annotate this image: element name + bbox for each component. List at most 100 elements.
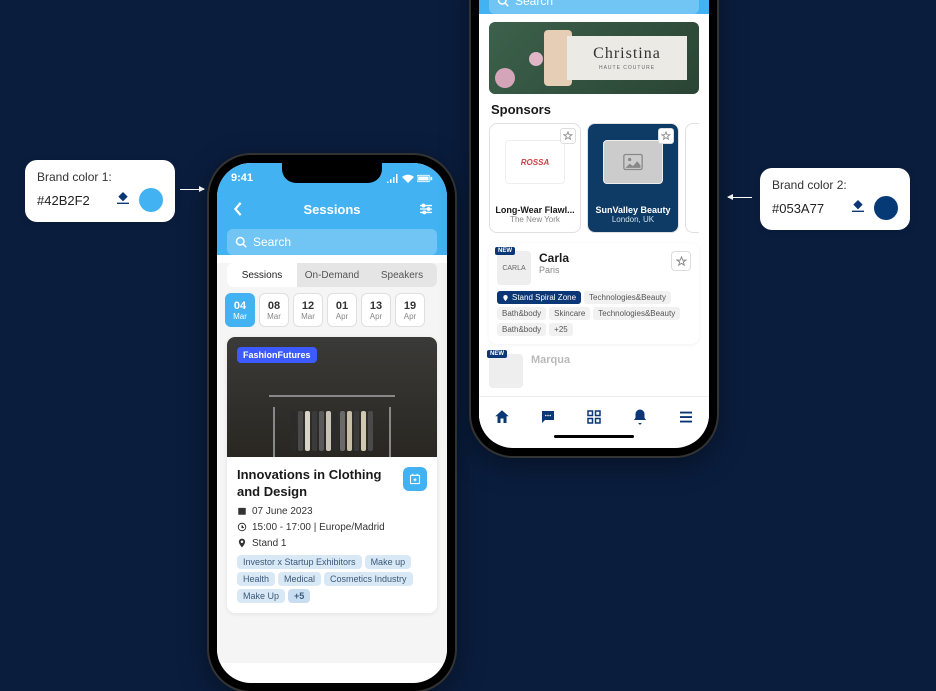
tag[interactable]: Make Up: [237, 589, 285, 603]
search-icon: [497, 0, 509, 7]
pin-icon: [237, 538, 247, 548]
tag[interactable]: Investor x Startup Exhibitors: [237, 555, 362, 569]
date-chip[interactable]: 08Mar: [259, 293, 289, 327]
tag[interactable]: Bath&body: [497, 323, 546, 336]
exhibitor-tags: Stand Spiral Zone Technologies&Beauty Ba…: [497, 291, 691, 336]
sponsor-name: Long-Wear Flawl...: [495, 205, 574, 215]
header-bar: Sessions: [217, 193, 447, 225]
tab-on-demand[interactable]: On-Demand: [297, 263, 367, 287]
exhibitor-name: Carla: [539, 251, 569, 265]
session-location-row: Stand 1: [237, 538, 427, 549]
notch: [282, 163, 382, 183]
date-chip[interactable]: 19Apr: [395, 293, 425, 327]
sponsor-card[interactable]: SunValley Beauty London, UK: [587, 123, 679, 233]
add-to-calendar-button[interactable]: [403, 467, 427, 491]
tag-more[interactable]: +25: [549, 323, 573, 336]
search-input[interactable]: Search: [489, 0, 699, 14]
filter-icon[interactable]: [417, 203, 435, 215]
brand-color-1-card: Brand color 1: #42B2F2: [25, 160, 175, 222]
segment-tabs: Sessions On-Demand Speakers: [227, 263, 437, 287]
image-placeholder-icon: [623, 153, 643, 171]
tag[interactable]: Technologies&Beauty: [593, 307, 680, 320]
paint-bucket-icon[interactable]: [850, 198, 866, 219]
brand-1-label: Brand color 1:: [37, 170, 163, 184]
sponsor-location: London, UK: [612, 215, 654, 224]
tab-home-icon[interactable]: [493, 408, 511, 431]
hero-subtitle: HAUTE COUTURE: [599, 65, 655, 71]
search-placeholder: Search: [515, 0, 553, 8]
tag[interactable]: Skincare: [549, 307, 590, 320]
tab-speakers[interactable]: Speakers: [367, 263, 437, 287]
search-placeholder: Search: [253, 235, 291, 249]
signal-icon: [387, 174, 399, 183]
arrow-icon: [728, 197, 752, 198]
tab-qr-icon[interactable]: [585, 408, 603, 431]
tab-sessions[interactable]: Sessions: [227, 263, 297, 287]
new-badge: NEW: [487, 350, 507, 358]
sponsor-name: SunValley Beauty: [595, 205, 670, 215]
tag[interactable]: Make up: [365, 555, 412, 569]
tag[interactable]: Health: [237, 572, 275, 586]
favorite-button[interactable]: [560, 128, 576, 144]
sponsors-heading: Sponsors: [491, 102, 697, 117]
date-chip[interactable]: 04Mar: [225, 293, 255, 327]
brand-1-hex: #42B2F2: [37, 193, 107, 208]
brand-color-2-card: Brand color 2: #053A77: [760, 168, 910, 230]
sponsor-logo: ROSSA: [505, 140, 565, 184]
status-time: 9:41: [231, 172, 253, 184]
search-icon: [235, 236, 247, 248]
phone-mockup-2: Search Christina HAUTE COUTURE Sponsors …: [471, 0, 717, 456]
date-chip[interactable]: 13Apr: [361, 293, 391, 327]
pin-icon: [502, 294, 509, 302]
session-time-row: 15:00 - 17:00 | Europe/Madrid: [237, 522, 427, 533]
date-picker: 04Mar 08Mar 12Mar 01Apr 13Apr 19Apr: [225, 293, 439, 327]
tag[interactable]: Cosmetics Industry: [324, 572, 413, 586]
tab-chat-icon[interactable]: [539, 408, 557, 431]
tag[interactable]: Medical: [278, 572, 321, 586]
date-chip[interactable]: 12Mar: [293, 293, 323, 327]
home-indicator: [554, 435, 634, 438]
tab-menu-icon[interactable]: [677, 408, 695, 431]
search-input[interactable]: Search: [227, 229, 437, 255]
brand-1-swatch: [139, 188, 163, 212]
tag-more[interactable]: +5: [288, 589, 310, 603]
session-image: FashionFutures: [227, 337, 437, 457]
sponsor-logo: [603, 140, 663, 184]
new-badge: NEW: [495, 247, 515, 255]
tab-notifications-icon[interactable]: [631, 408, 649, 431]
brand-2-swatch: [874, 196, 898, 220]
clock-icon: [237, 522, 247, 532]
hero-brand: Christina: [593, 45, 661, 63]
session-title: Innovations in Clothing and Design: [237, 467, 389, 501]
sponsor-card[interactable]: Sl: [685, 123, 699, 233]
arrow-icon: [180, 189, 204, 190]
tag[interactable]: Bath&body: [497, 307, 546, 320]
brand-2-hex: #053A77: [772, 201, 842, 216]
paint-bucket-icon[interactable]: [115, 190, 131, 211]
exhibitor-card[interactable]: NEW CARLA Carla Paris Stand Spiral Zone: [489, 243, 699, 344]
wifi-icon: [402, 174, 414, 183]
calendar-icon: [237, 506, 247, 516]
tab-bar: [479, 396, 709, 442]
exhibitor-logo: NEW CARLA: [497, 251, 531, 285]
tag[interactable]: Technologies&Beauty: [584, 291, 671, 304]
favorite-button[interactable]: [658, 128, 674, 144]
exhibitor-logo: NEW: [489, 354, 523, 388]
session-date-row: 07 June 2023: [237, 506, 427, 517]
sponsor-location: The New York: [510, 215, 560, 224]
sponsor-list[interactable]: ROSSA Long-Wear Flawl... The New York Su…: [489, 123, 699, 233]
sponsor-card[interactable]: ROSSA Long-Wear Flawl... The New York: [489, 123, 581, 233]
date-chip[interactable]: 01Apr: [327, 293, 357, 327]
phone-mockup-1: 9:41 Sessions Search: [209, 155, 455, 691]
exhibitor-location: Paris: [539, 265, 569, 275]
back-icon[interactable]: [229, 202, 247, 216]
exhibitor-name: Marqua: [531, 354, 570, 366]
favorite-button[interactable]: [671, 251, 691, 271]
tag-list: Investor x Startup Exhibitors Make up He…: [237, 555, 427, 603]
brand-2-label: Brand color 2:: [772, 178, 898, 192]
session-card[interactable]: FashionFutures Innovations in Clothing a…: [227, 337, 437, 613]
session-badge: FashionFutures: [237, 347, 317, 363]
exhibitor-card[interactable]: NEW Marqua: [489, 354, 699, 388]
hero-banner[interactable]: Christina HAUTE COUTURE: [489, 22, 699, 94]
stand-pill[interactable]: Stand Spiral Zone: [497, 291, 581, 304]
